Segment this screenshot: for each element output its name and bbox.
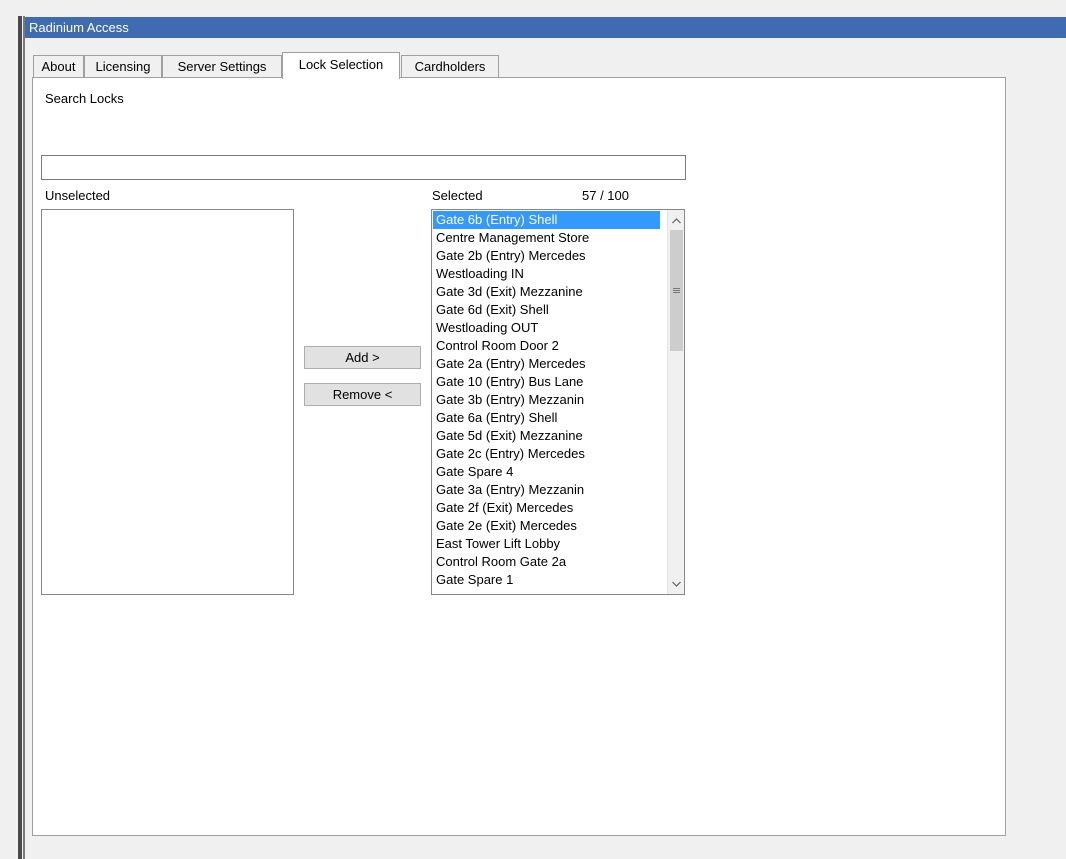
selected-list-item[interactable]: Gate 2f (Exit) Mercedes xyxy=(433,499,660,517)
window-title-bar: Radinium Access xyxy=(25,17,1066,38)
search-locks-input[interactable] xyxy=(41,155,686,180)
selected-list-item[interactable]: Gate 2b (Entry) Mercedes xyxy=(433,247,660,265)
selected-list[interactable]: Gate 6b (Entry) Shell Centre Management S… xyxy=(431,209,685,595)
scroll-down-arrow-icon[interactable] xyxy=(668,575,684,592)
tab-lock-selection[interactable]: Lock Selection xyxy=(282,52,400,79)
lock-selection-panel: Search Locks Unselected Selected 57 / 10… xyxy=(32,77,1006,836)
selected-list-item[interactable]: Gate 6b (Entry) Shell xyxy=(433,211,660,229)
selected-list-item[interactable]: Gate Spare 1 xyxy=(433,571,660,589)
selected-list-item[interactable]: Westloading IN xyxy=(433,265,660,283)
tab-server-settings[interactable]: Server Settings xyxy=(162,55,282,78)
selected-label: Selected xyxy=(432,188,483,203)
search-locks-label: Search Locks xyxy=(45,91,124,106)
selected-list-item[interactable]: Gate 10 (Entry) Bus Lane xyxy=(433,373,660,391)
selected-list-item[interactable]: Gate 6d (Exit) Shell xyxy=(433,301,660,319)
window-title: Radinium Access xyxy=(29,20,129,35)
remove-button[interactable]: Remove < xyxy=(304,383,421,406)
selected-list-item[interactable]: Westloading OUT xyxy=(433,319,660,337)
selected-list-scrollbar[interactable] xyxy=(667,210,684,594)
selected-list-item[interactable]: Gate 3d (Exit) Mezzanine xyxy=(433,283,660,301)
selected-list-item[interactable]: Gate 2c (Entry) Mercedes xyxy=(433,445,660,463)
selected-list-item[interactable]: Gate 5d (Exit) Mezzanine xyxy=(433,427,660,445)
selected-list-item[interactable]: Control Room Gate 2a xyxy=(433,553,660,571)
selected-list-item[interactable]: Gate 3a (Entry) Mezzanin xyxy=(433,481,660,499)
selected-list-item[interactable]: Control Room Door 2 xyxy=(433,337,660,355)
scroll-grip-icon xyxy=(673,288,680,293)
scroll-up-arrow-icon[interactable] xyxy=(668,212,684,229)
selected-list-item[interactable]: Gate 2e (Exit) Mercedes xyxy=(433,517,660,535)
selected-items: Gate 6b (Entry) Shell Centre Management S… xyxy=(433,211,660,589)
selected-list-item[interactable]: East Tower Lift Lobby xyxy=(433,535,660,553)
selected-list-item[interactable]: Gate Spare 4 xyxy=(433,463,660,481)
main-window: About Licensing Server Settings Lock Sel… xyxy=(25,38,1066,859)
add-button[interactable]: Add > xyxy=(304,346,421,369)
selected-count: 57 / 100 xyxy=(582,188,629,203)
unselected-label: Unselected xyxy=(45,188,111,203)
selected-list-item[interactable]: Gate 3b (Entry) Mezzanin xyxy=(433,391,660,409)
tab-licensing[interactable]: Licensing xyxy=(84,55,162,78)
selected-list-item[interactable]: Centre Management Store xyxy=(433,229,660,247)
tab-about[interactable]: About xyxy=(33,55,84,78)
selected-list-item[interactable]: Gate 2a (Entry) Mercedes xyxy=(433,355,660,373)
unselected-list[interactable] xyxy=(41,209,294,595)
selected-list-item[interactable]: Gate 6a (Entry) Shell xyxy=(433,409,660,427)
left-edge-bar xyxy=(18,16,22,859)
scroll-thumb[interactable] xyxy=(670,230,683,351)
tab-cardholders[interactable]: Cardholders xyxy=(401,55,499,78)
